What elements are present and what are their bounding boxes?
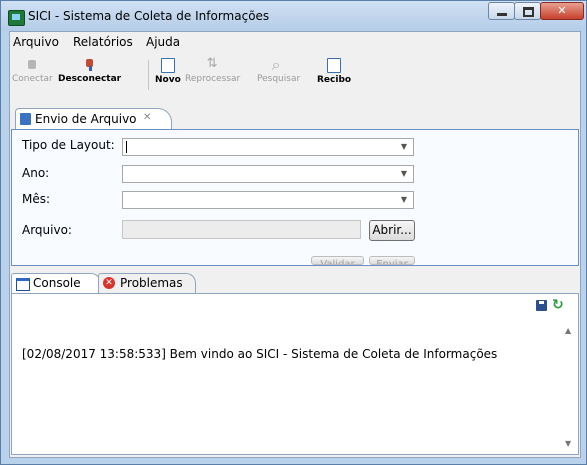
scroll-down-icon[interactable]: ▼	[565, 439, 571, 448]
validar-button[interactable]: Validar	[311, 256, 364, 265]
title-bar[interactable]: SICI - Sistema de Coleta de Informações …	[1, 1, 586, 31]
toolbar: Conectar Desconectar Novo Reprocessar Pe…	[10, 54, 580, 104]
connect-icon	[24, 58, 40, 72]
chevron-down-icon[interactable]: ▼	[395, 192, 413, 208]
maximize-icon	[523, 7, 534, 17]
ano-select[interactable]: ▼	[122, 165, 414, 183]
enviar-button[interactable]: Enviar	[369, 256, 415, 265]
connect-button[interactable]: Conectar	[12, 58, 53, 84]
error-icon: ✕	[103, 277, 115, 289]
console-icon	[16, 278, 30, 291]
tab-label: Envio de Arquivo	[35, 112, 137, 126]
console-message: [02/08/2017 13:58:533] Bem vindo ao SICI…	[22, 347, 498, 361]
arquivo-label: Arquivo:	[22, 223, 72, 237]
refresh-icon[interactable]: ↻	[552, 297, 564, 313]
tab-problemas[interactable]: ✕ Problemas	[98, 273, 196, 293]
disconnect-button[interactable]: Desconectar	[58, 58, 121, 84]
upload-form: Tipo de Layout: ▼ Ano: ▼ Mês: ▼ Arquivo:…	[11, 129, 579, 266]
menu-arquivo[interactable]: Arquivo	[13, 35, 59, 49]
console-scrollbar[interactable]: ▲ ▼	[561, 322, 578, 452]
chevron-down-icon[interactable]: ▼	[395, 166, 413, 182]
file-upload-icon	[20, 113, 31, 125]
ano-label: Ano:	[22, 166, 50, 180]
search-icon	[271, 55, 287, 75]
receipt-icon	[327, 58, 342, 73]
connect-label: Conectar	[12, 74, 53, 84]
console-tab-label: Console	[33, 276, 81, 290]
chevron-down-icon[interactable]: ▼	[395, 139, 413, 155]
app-icon	[8, 10, 25, 26]
scroll-up-icon[interactable]: ▲	[565, 326, 571, 335]
save-icon[interactable]	[536, 300, 547, 311]
close-tab-icon[interactable]: ✕	[143, 112, 151, 123]
layout-label: Tipo de Layout:	[22, 138, 115, 152]
tab-envio-de-arquivo[interactable]: Envio de Arquivo ✕	[15, 108, 172, 130]
window-title: SICI - Sistema de Coleta de Informações	[28, 9, 270, 23]
maximize-button[interactable]	[514, 2, 541, 20]
workbench: Arquivo Relatórios Ajuda Conectar Descon…	[9, 31, 581, 458]
receipt-button[interactable]: Recibo	[317, 58, 351, 85]
disconnect-label: Desconectar	[58, 74, 122, 84]
disconnect-icon	[82, 58, 98, 72]
receipt-label: Recibo	[317, 75, 352, 85]
menu-ajuda[interactable]: Ajuda	[146, 35, 180, 49]
minimize-button[interactable]	[488, 2, 515, 20]
new-button[interactable]: Novo	[155, 58, 181, 85]
toolbar-separator	[148, 60, 149, 90]
application-window: SICI - Sistema de Coleta de Informações …	[0, 0, 587, 465]
tab-console[interactable]: Console	[11, 273, 101, 293]
bottom-tab-bar: Console ✕ Problemas	[11, 273, 577, 293]
search-label: Pesquisar	[257, 74, 301, 84]
layout-select[interactable]: ▼	[122, 138, 414, 156]
reprocess-label: Reprocessar	[185, 74, 241, 84]
arquivo-field	[122, 220, 361, 239]
problemas-tab-label: Problemas	[120, 276, 183, 290]
console-panel: ↻ [02/08/2017 13:58:533] Bem vindo ao SI…	[11, 293, 579, 455]
new-label: Novo	[155, 75, 181, 85]
menu-bar: Arquivo Relatórios Ajuda	[10, 32, 580, 52]
mes-label: Mês:	[22, 192, 51, 206]
close-icon: ✕	[557, 4, 567, 17]
search-button[interactable]: Pesquisar	[257, 55, 301, 84]
reprocess-icon	[205, 56, 221, 72]
mes-select[interactable]: ▼	[122, 191, 414, 209]
minimize-icon	[497, 13, 507, 16]
new-document-icon	[160, 58, 175, 73]
abrir-button[interactable]: Abrir...	[369, 220, 415, 241]
menu-relatorios[interactable]: Relatórios	[73, 35, 133, 49]
reprocess-button[interactable]: Reprocessar	[185, 56, 241, 84]
close-button[interactable]: ✕	[540, 2, 584, 20]
